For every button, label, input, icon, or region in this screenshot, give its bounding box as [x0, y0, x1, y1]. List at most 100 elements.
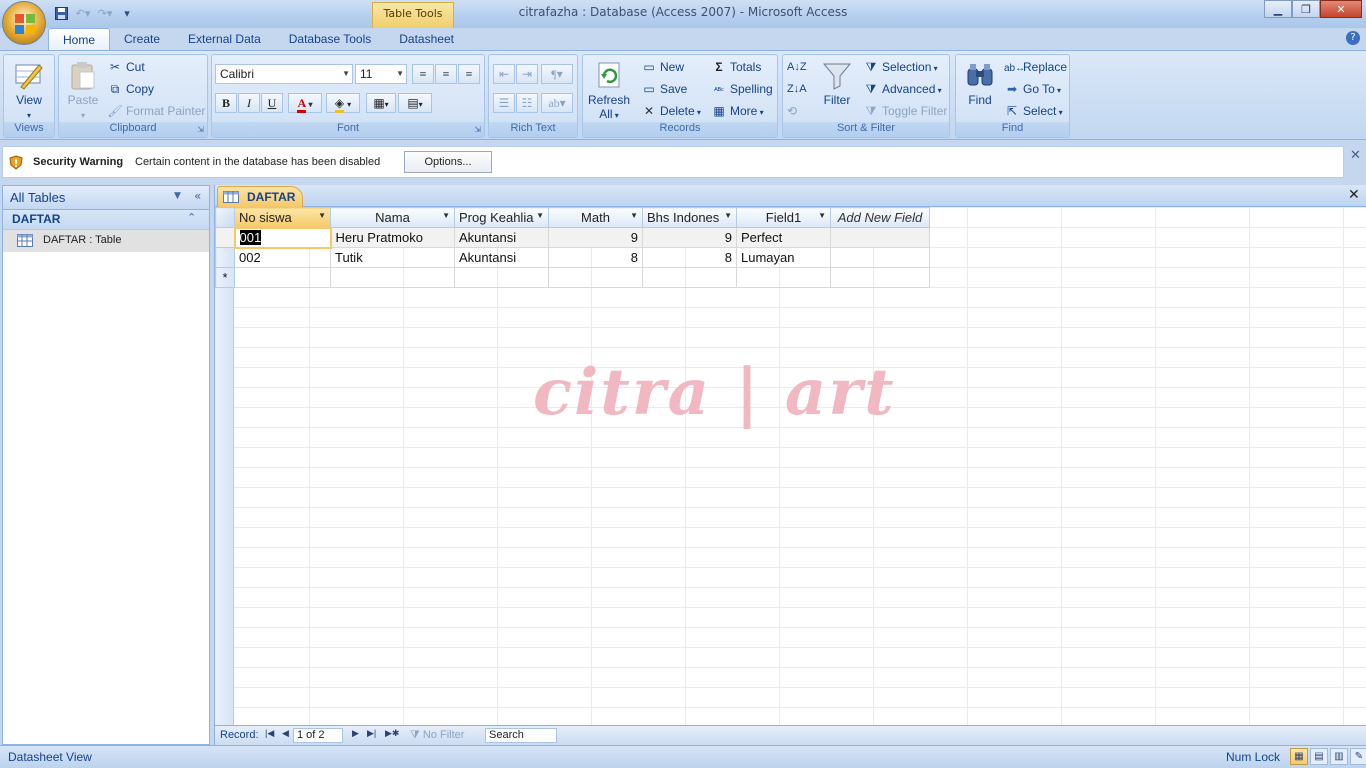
- table-cell[interactable]: [736, 267, 831, 288]
- view-button[interactable]: View ▾: [7, 59, 51, 121]
- table-cell[interactable]: [234, 267, 331, 288]
- column-dropdown-icon[interactable]: ▼: [536, 211, 544, 220]
- table-cell[interactable]: [454, 267, 549, 288]
- document-tab-daftar[interactable]: DAFTAR: [217, 186, 303, 207]
- table-cell[interactable]: 8: [642, 247, 737, 268]
- record-selector[interactable]: [215, 227, 235, 248]
- goto-button[interactable]: ➡ Go To ▾: [1004, 79, 1061, 99]
- save-record-button[interactable]: ▭ Save: [641, 79, 687, 99]
- column-header-field1[interactable]: Field1 ▼: [736, 207, 831, 228]
- column-dropdown-icon[interactable]: ▼: [318, 211, 326, 220]
- format-painter-button[interactable]: 🖌 Format Painter: [107, 101, 205, 121]
- tab-external-data[interactable]: External Data: [174, 28, 275, 50]
- table-cell[interactable]: [830, 227, 930, 248]
- table-cell[interactable]: [548, 267, 643, 288]
- tab-create[interactable]: Create: [110, 28, 174, 50]
- highlight-button[interactable]: ab▾: [541, 93, 573, 113]
- search-input[interactable]: Search: [485, 728, 557, 743]
- refresh-all-button[interactable]: Refresh All ▾: [585, 59, 633, 121]
- new-blank-record-icon[interactable]: ▶✱: [385, 728, 399, 739]
- align-left-button[interactable]: ≡: [412, 64, 434, 84]
- more-button[interactable]: ▦ More ▾: [711, 101, 763, 121]
- table-cell[interactable]: 002: [234, 247, 331, 268]
- align-center-button[interactable]: ≡: [435, 64, 457, 84]
- group-collapse-icon[interactable]: ⌃: [187, 211, 196, 224]
- tab-datasheet[interactable]: Datasheet: [385, 28, 468, 50]
- tab-home[interactable]: Home: [48, 28, 111, 50]
- close-document-icon[interactable]: ✕: [1348, 187, 1360, 203]
- clear-sorts-button[interactable]: ⟲: [787, 101, 797, 121]
- column-header-nama[interactable]: Nama ▼: [330, 207, 455, 228]
- find-button[interactable]: Find: [958, 59, 1002, 107]
- new-record-marker[interactable]: *: [215, 267, 235, 288]
- no-filter-indicator[interactable]: ⧩ No Filter: [410, 729, 464, 742]
- column-header-bhs-indonesia[interactable]: Bhs Indones ▼: [642, 207, 737, 228]
- nav-dropdown-icon[interactable]: ▼: [174, 191, 181, 201]
- table-cell[interactable]: [642, 267, 737, 288]
- table-cell[interactable]: Tutik: [330, 247, 455, 268]
- datasheet-grid[interactable]: No siswa ▼ Nama ▼ Prog Keahlia ▼ Math ▼ Bhs …: [215, 207, 1366, 725]
- new-record-row[interactable]: *: [215, 267, 930, 288]
- cut-button[interactable]: ✂ Cut: [107, 57, 145, 77]
- help-icon[interactable]: ?: [1346, 31, 1360, 45]
- font-color-button[interactable]: A ▾: [288, 93, 322, 113]
- column-dropdown-icon[interactable]: ▼: [724, 211, 732, 220]
- increase-indent-button[interactable]: ⇥: [516, 64, 538, 84]
- table-cell[interactable]: 001: [233, 226, 332, 249]
- alt-fill-button[interactable]: ▤▾: [398, 93, 432, 113]
- column-dropdown-icon[interactable]: ▼: [818, 211, 826, 220]
- numbering-button[interactable]: ☰: [493, 93, 515, 113]
- datasheet-view-icon[interactable]: ▦: [1290, 748, 1308, 765]
- options-button[interactable]: Options...: [404, 151, 492, 173]
- close-button[interactable]: ✕: [1320, 0, 1362, 18]
- toggle-filter-button[interactable]: ⧩ Toggle Filter: [863, 101, 948, 121]
- nav-group-daftar[interactable]: DAFTAR ⌃: [3, 210, 209, 230]
- totals-button[interactable]: Σ Totals: [711, 57, 761, 77]
- table-cell[interactable]: [830, 247, 930, 268]
- spelling-button[interactable]: ᴬᴮᶜ Spelling: [711, 79, 773, 99]
- copy-button[interactable]: ⧉ Copy: [107, 79, 154, 99]
- filter-button[interactable]: Filter: [815, 59, 859, 107]
- table-cell[interactable]: Perfect: [736, 227, 831, 248]
- select-button[interactable]: ⇱ Select ▾: [1004, 101, 1063, 121]
- tab-database-tools[interactable]: Database Tools: [275, 28, 386, 50]
- paragraph-direction-button[interactable]: ¶▾: [541, 64, 573, 84]
- table-cell[interactable]: Lumayan: [736, 247, 831, 268]
- table-cell[interactable]: Heru Pratmoko: [330, 227, 455, 248]
- table-cell[interactable]: 9: [642, 227, 737, 248]
- column-header-math[interactable]: Math ▼: [548, 207, 643, 228]
- new-record-button[interactable]: ▭ New: [641, 57, 684, 77]
- italic-button[interactable]: I: [238, 93, 260, 113]
- font-launcher-icon[interactable]: ⇲: [474, 125, 481, 134]
- selection-button[interactable]: ⧩ Selection ▾: [863, 57, 938, 77]
- column-dropdown-icon[interactable]: ▼: [630, 211, 638, 220]
- replace-button[interactable]: ab↔Replace: [1004, 57, 1067, 77]
- record-selector[interactable]: [215, 247, 235, 268]
- paste-button[interactable]: Paste ▾: [61, 59, 105, 121]
- table-cell[interactable]: 9: [548, 227, 643, 248]
- select-all-corner[interactable]: [215, 207, 235, 228]
- design-view-icon[interactable]: ✎: [1350, 748, 1366, 765]
- pivottable-view-icon[interactable]: ▤: [1310, 748, 1328, 765]
- gridlines-button[interactable]: ▦▾: [366, 93, 396, 113]
- table-cell[interactable]: [830, 267, 930, 288]
- pivotchart-view-icon[interactable]: ▥: [1330, 748, 1348, 765]
- sort-ascending-button[interactable]: A↓Z: [787, 57, 807, 77]
- next-record-icon[interactable]: ▶: [352, 728, 359, 739]
- minimize-button[interactable]: ▁: [1264, 0, 1292, 18]
- table-cell[interactable]: [330, 267, 455, 288]
- underline-button[interactable]: U: [261, 93, 283, 113]
- office-button[interactable]: [2, 1, 46, 45]
- fill-color-button[interactable]: ◈ ▾: [326, 93, 360, 113]
- maximize-button[interactable]: ❐: [1292, 0, 1320, 18]
- column-header-no-siswa[interactable]: No siswa ▼: [234, 207, 331, 228]
- decrease-indent-button[interactable]: ⇤: [493, 64, 515, 84]
- bold-button[interactable]: B: [215, 93, 237, 113]
- font-size-combo[interactable]: 11 ▼: [355, 64, 407, 84]
- align-right-button[interactable]: ≡: [458, 64, 480, 84]
- column-header-prog-keahlian[interactable]: Prog Keahlia ▼: [454, 207, 549, 228]
- bullets-button[interactable]: ☷: [516, 93, 538, 113]
- table-row[interactable]: 002 Tutik Akuntansi 8 8 Lumayan: [215, 247, 930, 268]
- clipboard-launcher-icon[interactable]: ⇲: [197, 125, 204, 134]
- collapse-pane-icon[interactable]: «: [194, 189, 201, 203]
